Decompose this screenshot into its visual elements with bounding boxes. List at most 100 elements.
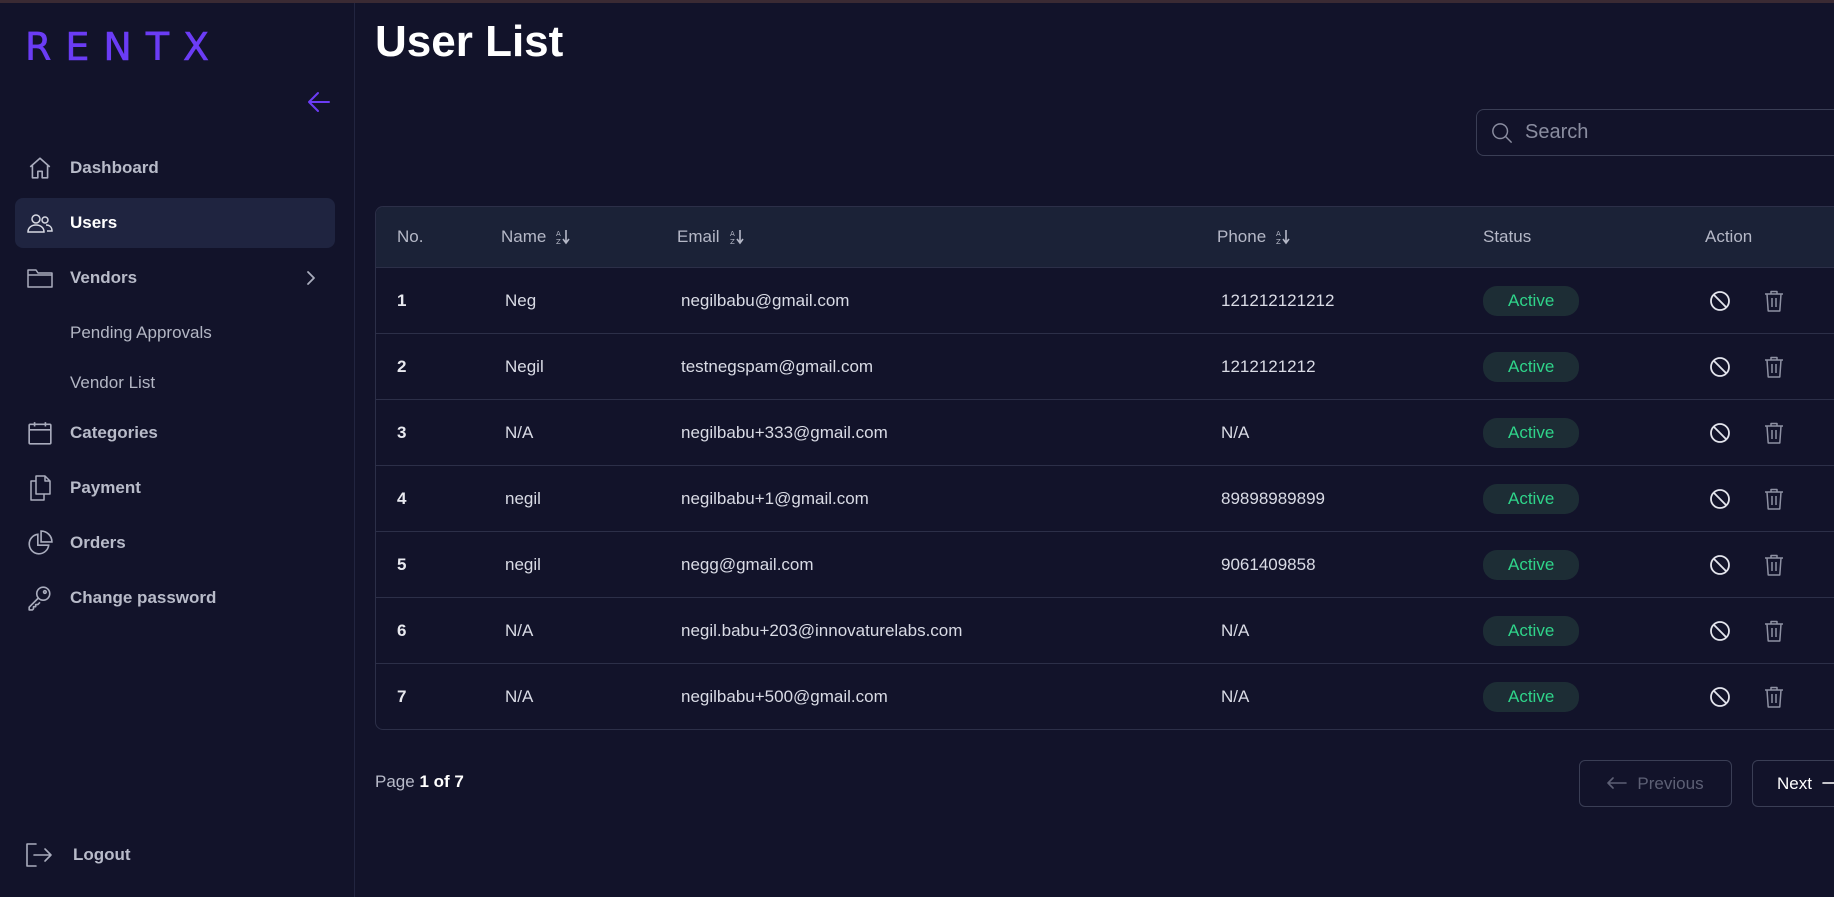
- sidebar-item-payment[interactable]: Payment: [15, 463, 335, 513]
- sidebar-item-orders[interactable]: Orders: [15, 518, 335, 568]
- table-row: 2 Negil testnegspam@gmail.com 1212121212 Act…: [376, 334, 1834, 400]
- cell-no: 6: [397, 620, 407, 640]
- calendar-icon: [25, 418, 55, 448]
- block-user-button[interactable]: [1705, 418, 1735, 448]
- cell-no: 7: [397, 687, 407, 706]
- cell-no: 3: [397, 422, 407, 442]
- sidebar-nav: Dashboard Users Vendors Pending Approval…: [15, 143, 335, 628]
- status-badge: Active: [1483, 615, 1580, 646]
- column-header-name[interactable]: Name AZ: [501, 227, 677, 247]
- svg-text:A: A: [730, 230, 735, 238]
- cell-name: N/A: [505, 422, 534, 442]
- block-user-button[interactable]: [1705, 682, 1735, 712]
- status-badge: Active: [1483, 417, 1580, 448]
- sidebar-item-vendors[interactable]: Vendors: [15, 253, 335, 303]
- cell-name: negil: [505, 554, 541, 574]
- table-row: 6 N/A negil.babu+203@innovaturelabs.com N/A…: [376, 598, 1834, 664]
- block-icon: [1710, 290, 1730, 311]
- sidebar-item-users[interactable]: Users: [15, 198, 335, 248]
- cell-no: 1: [397, 290, 407, 310]
- search-icon: [1492, 122, 1512, 143]
- sidebar-item-label: Categories: [70, 423, 158, 442]
- block-icon: [1710, 488, 1730, 509]
- column-header-label: Name: [501, 227, 547, 246]
- cell-email: negilbabu@gmail.com: [681, 290, 850, 310]
- brand-logo[interactable]: RENTX: [25, 28, 223, 67]
- cell-action: [1705, 418, 1834, 448]
- status-badge: Active: [1483, 483, 1580, 514]
- next-label: Next: [1777, 773, 1812, 793]
- chevron-right-icon: [301, 268, 321, 288]
- sort-icon[interactable]: AZ: [556, 229, 570, 245]
- sidebar-item-label: Change password: [70, 588, 217, 607]
- cell-email: testnegspam@gmail.com: [681, 356, 874, 376]
- logout-button[interactable]: Logout: [25, 835, 131, 875]
- arrow-left-icon: [308, 92, 330, 112]
- block-user-button[interactable]: [1705, 550, 1735, 580]
- cell-name: Negil: [505, 356, 544, 376]
- arrow-right-icon: [1822, 774, 1834, 794]
- cell-action: [1705, 616, 1834, 646]
- pie-chart-icon: [25, 528, 55, 558]
- page-label: Page: [375, 772, 415, 791]
- pagination-info: Page 1 of 7: [375, 772, 464, 792]
- cell-phone: N/A: [1221, 422, 1250, 442]
- svg-text:Z: Z: [730, 238, 735, 245]
- delete-user-button[interactable]: [1759, 286, 1789, 316]
- delete-user-button[interactable]: [1759, 682, 1789, 712]
- cell-email: negilbabu+1@gmail.com: [681, 488, 869, 508]
- trash-icon: [1765, 686, 1783, 708]
- cell-status: Active: [1483, 351, 1705, 382]
- column-header-phone[interactable]: Phone AZ: [1217, 227, 1483, 247]
- previous-button[interactable]: Previous: [1579, 760, 1732, 807]
- documents-icon: [25, 473, 55, 503]
- search-box[interactable]: [1476, 109, 1834, 156]
- page-title: User List: [375, 17, 564, 66]
- next-button[interactable]: Next: [1752, 760, 1834, 807]
- key-icon: [25, 583, 55, 613]
- sidebar-item-categories[interactable]: Categories: [15, 408, 335, 458]
- column-header-label: No.: [397, 227, 424, 246]
- current-page: 1: [419, 772, 429, 791]
- trash-icon: [1765, 422, 1783, 444]
- sidebar: RENTX Dashboard Users Vendors Pending Ap…: [0, 3, 355, 897]
- home-icon: [25, 153, 55, 183]
- table-row: 7 N/A negilbabu+500@gmail.com N/A Active: [376, 664, 1834, 729]
- folder-icon: [25, 263, 55, 293]
- delete-user-button[interactable]: [1759, 418, 1789, 448]
- arrow-left-icon: [1607, 774, 1628, 794]
- delete-user-button[interactable]: [1759, 616, 1789, 646]
- status-badge: Active: [1483, 351, 1580, 382]
- sidebar-item-label: Dashboard: [70, 158, 159, 177]
- column-header-label: Phone: [1217, 227, 1267, 246]
- table-row: 3 N/A negilbabu+333@gmail.com N/A Active: [376, 400, 1834, 466]
- search-input[interactable]: [1525, 121, 1825, 144]
- block-user-button[interactable]: [1705, 616, 1735, 646]
- collapse-sidebar-button[interactable]: [304, 87, 334, 117]
- cell-phone: 1212121212: [1221, 356, 1316, 376]
- cell-status: Active: [1483, 285, 1705, 316]
- delete-user-button[interactable]: [1759, 550, 1789, 580]
- block-user-button[interactable]: [1705, 484, 1735, 514]
- sidebar-item-change-password[interactable]: Change password: [15, 573, 335, 623]
- block-icon: [1710, 422, 1730, 443]
- sort-icon[interactable]: AZ: [1276, 229, 1290, 245]
- block-user-button[interactable]: [1705, 352, 1735, 382]
- status-badge: Active: [1483, 682, 1580, 712]
- block-user-button[interactable]: [1705, 286, 1735, 316]
- cell-action: [1705, 682, 1834, 712]
- sidebar-subitem-pending-approvals[interactable]: Pending Approvals: [15, 308, 335, 358]
- sidebar-subitem-vendor-list[interactable]: Vendor List: [15, 358, 335, 408]
- block-icon: [1710, 554, 1730, 575]
- sort-icon[interactable]: AZ: [730, 229, 744, 245]
- block-icon: [1710, 620, 1730, 641]
- delete-user-button[interactable]: [1759, 352, 1789, 382]
- logout-label: Logout: [73, 845, 131, 864]
- cell-status: Active: [1483, 615, 1705, 646]
- delete-user-button[interactable]: [1759, 484, 1789, 514]
- column-header-action: Action: [1705, 227, 1834, 247]
- total-pages: 7: [454, 772, 464, 791]
- column-header-email[interactable]: Email AZ: [677, 227, 1217, 247]
- user-table: No. Name AZ Email AZ Phone AZ Status Act…: [375, 206, 1834, 730]
- sidebar-item-dashboard[interactable]: Dashboard: [15, 143, 335, 193]
